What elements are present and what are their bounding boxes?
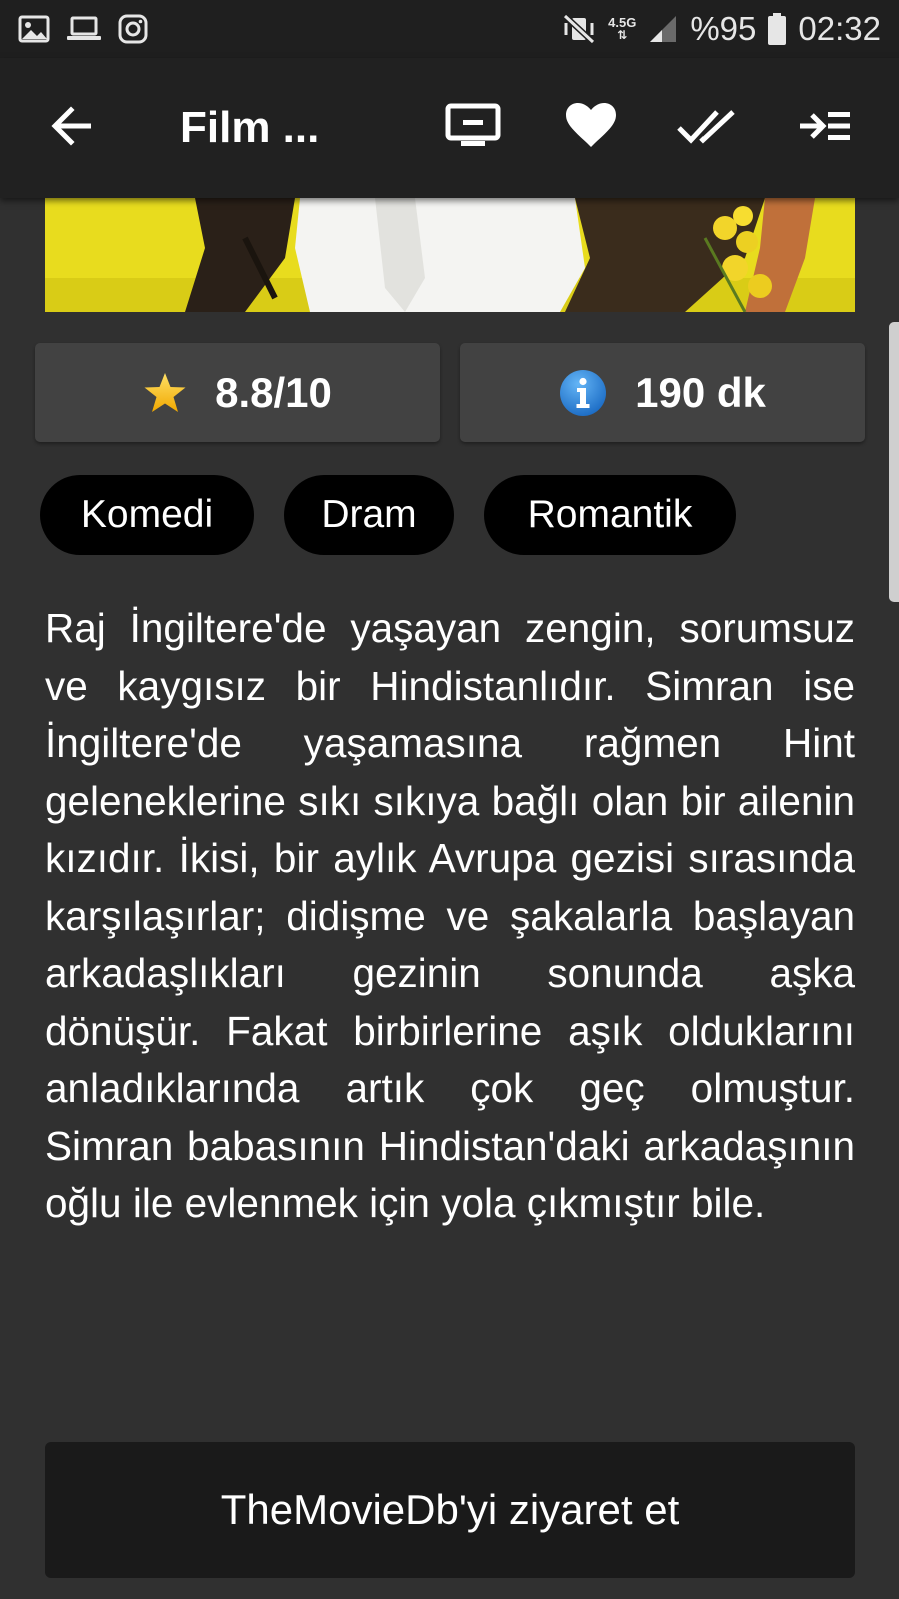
info-icon xyxy=(559,369,607,417)
runtime-value: 190 dk xyxy=(635,368,766,416)
double-check-icon xyxy=(677,108,737,149)
signal-icon xyxy=(648,14,678,44)
mark-watched-button[interactable] xyxy=(675,58,739,198)
rating-value: 8.8/10 xyxy=(215,368,332,416)
battery-percent: %95 xyxy=(690,10,757,47)
scrollbar-thumb[interactable] xyxy=(889,322,899,602)
add-to-list-icon xyxy=(798,109,852,148)
visit-tmdb-button[interactable]: TheMovieDb'yi ziyaret et xyxy=(45,1442,855,1578)
star-icon xyxy=(143,372,187,414)
status-left-icons xyxy=(18,14,148,44)
battery-icon xyxy=(768,13,787,45)
back-button[interactable] xyxy=(40,58,102,198)
arrow-back-icon xyxy=(49,105,93,151)
runtime-card: 190 dk xyxy=(460,343,865,442)
movie-detail-screen: 4.5G ⇅ %95 02:32 Film ... 8.8/10 190 dk … xyxy=(0,0,899,1599)
rating-card: 8.8/10 xyxy=(35,343,440,442)
favorite-button[interactable] xyxy=(560,58,622,198)
clock: 02:32 xyxy=(798,10,881,47)
status-bar: 4.5G ⇅ %95 02:32 xyxy=(0,0,899,58)
instagram-icon xyxy=(118,14,148,44)
app-toolbar: Film ... xyxy=(0,58,899,198)
laptop-icon xyxy=(66,15,102,43)
add-to-list-button[interactable] xyxy=(795,58,855,198)
heart-icon xyxy=(565,102,617,154)
genre-chip-komedi[interactable]: Komedi xyxy=(40,475,254,555)
gallery-icon xyxy=(18,15,50,43)
page-title: Film ... xyxy=(180,103,320,152)
movie-overview: Raj İngiltere'de yaşayan zengin, sorumsu… xyxy=(45,605,855,1226)
status-right-icons: 4.5G ⇅ %95 02:32 xyxy=(562,10,881,48)
genre-chip-romantik[interactable]: Romantik xyxy=(484,475,736,555)
movie-poster xyxy=(45,198,855,312)
network-type: 4.5G ⇅ xyxy=(608,15,637,42)
vibrate-mute-icon xyxy=(562,14,596,44)
genre-chip-dram[interactable]: Dram xyxy=(284,475,454,555)
tv-icon xyxy=(445,103,501,154)
cast-to-tv-button[interactable] xyxy=(442,58,504,198)
